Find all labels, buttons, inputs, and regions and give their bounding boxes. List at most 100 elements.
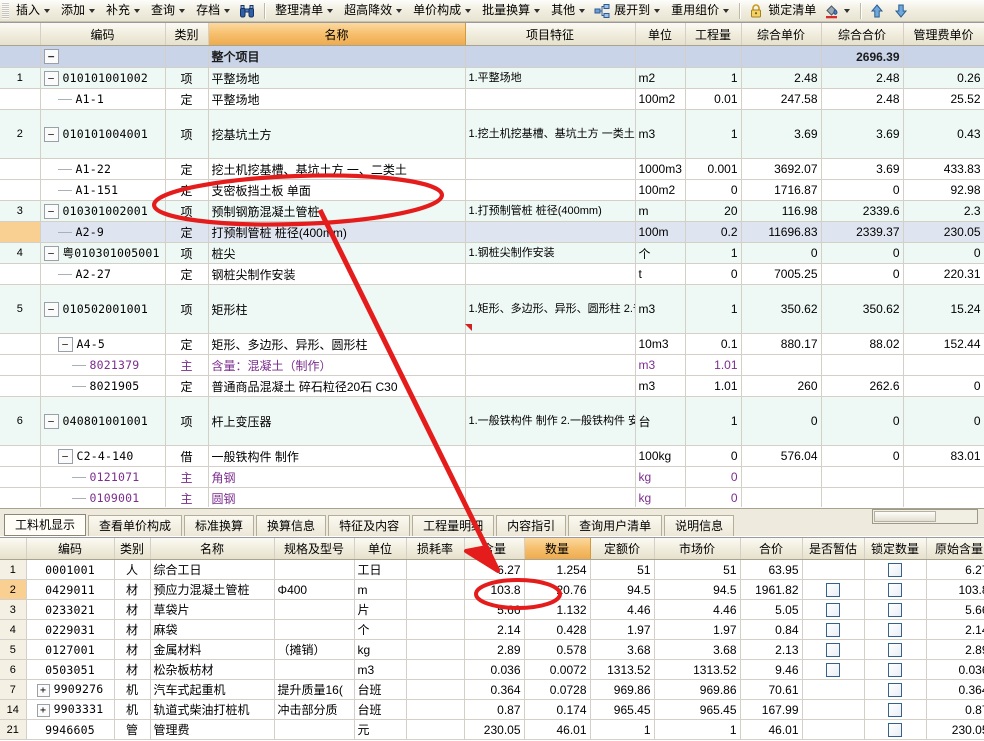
chevron-down-icon[interactable] [579, 8, 586, 13]
quantity-cell[interactable]: 1 [685, 242, 742, 264]
original-content-cell[interactable]: 2.14 [926, 619, 984, 640]
row-number[interactable] [0, 263, 41, 285]
table-row[interactable]: 0109001 主圆钢 kg 0 [0, 487, 984, 507]
col-header-unit-price[interactable]: 综合单价 [741, 23, 822, 46]
loss-rate-cell[interactable] [406, 579, 465, 600]
table-row[interactable]: 6 0503051 材松杂板枋材 m3 0.036 0.0072 1313.52 1313.5… [0, 659, 984, 680]
content-cell[interactable]: 103.8 [464, 579, 525, 600]
category-cell[interactable] [165, 45, 209, 68]
market-price-cell[interactable]: 4.46 [654, 599, 741, 620]
unit-price-cell[interactable] [741, 487, 822, 507]
toolbar-item-find[interactable] [236, 1, 260, 20]
row-number[interactable] [0, 88, 41, 110]
row-number[interactable]: 2 [0, 109, 41, 159]
category-cell[interactable]: 机 [114, 679, 151, 700]
is-estimated-checkbox-cell[interactable] [802, 699, 865, 720]
feature-cell[interactable] [465, 263, 636, 285]
table-row[interactable]: 2 0429011 材预应力混凝土管桩 Φ400 m 103.8 20.76 94.5 94.5… [0, 579, 984, 600]
category-cell[interactable]: 定 [165, 375, 209, 397]
code-cell[interactable]: 8021905 [40, 375, 166, 397]
original-content-cell[interactable]: 0.87 [926, 699, 984, 720]
tab-3[interactable]: 换算信息 [256, 515, 327, 536]
name-cell[interactable]: 金属材料 [150, 639, 275, 660]
toolbar-item-add[interactable]: 添加 [56, 1, 101, 20]
col-header-unit[interactable]: 单位 [635, 23, 686, 46]
unit-cell[interactable]: m3 [635, 109, 686, 159]
tree-toggle[interactable]: − [43, 301, 59, 317]
row-number[interactable]: 4 [0, 242, 41, 264]
market-price-cell[interactable]: 1313.52 [654, 659, 741, 680]
content-cell[interactable]: 2.89 [464, 639, 525, 660]
tree-collapse-toggle[interactable]: − [43, 49, 59, 64]
checkbox-icon[interactable] [888, 642, 902, 657]
category-cell[interactable]: 主 [165, 487, 209, 507]
category-cell[interactable]: 材 [114, 599, 151, 620]
unit-cell[interactable]: m3 [635, 354, 686, 376]
loss-rate-cell[interactable] [406, 679, 465, 700]
total-cell[interactable]: 63.95 [740, 559, 803, 580]
chevron-down-icon[interactable] [844, 8, 851, 13]
name-cell[interactable]: 钢桩尖制作安装 [208, 263, 466, 285]
standard-price-cell[interactable]: 4.46 [590, 599, 655, 620]
table-row[interactable]: 8021905 定普通商品混凝土 碎石粒径20石 C30 m3 1.01 260 262.… [0, 375, 984, 397]
quantity-cell[interactable]: 0 [685, 466, 742, 488]
lock-quantity-checkbox-cell[interactable] [864, 699, 927, 720]
total-price-cell[interactable]: 350.62 [821, 284, 904, 334]
row-number[interactable]: 1 [0, 559, 27, 580]
category-cell[interactable]: 定 [165, 179, 209, 201]
name-cell[interactable]: 汽车式起重机 [150, 679, 275, 700]
quantity-cell[interactable]: 0 [685, 179, 742, 201]
table-row[interactable]: 1−010101001002 项平整场地 1.平整场地 m2 1 2.48 2.48 0.26 [0, 67, 984, 89]
mgmt-fee-cell[interactable] [903, 466, 984, 488]
standard-price-cell[interactable]: 965.45 [590, 699, 655, 720]
unit-price-cell[interactable]: 0 [741, 396, 822, 446]
total-cell[interactable]: 1961.82 [740, 579, 803, 600]
col-header-quantity[interactable]: 数量 [524, 538, 591, 560]
loss-rate-cell[interactable] [406, 599, 465, 620]
name-cell[interactable]: 杆上变压器 [208, 396, 466, 446]
unit-cell[interactable]: m2 [635, 67, 686, 89]
total-price-cell[interactable]: 2339.6 [821, 200, 904, 222]
project-total-row[interactable]: − 整个项目 2696.39 [0, 45, 984, 68]
is-estimated-checkbox-cell[interactable] [802, 719, 865, 740]
lock-quantity-checkbox-cell[interactable] [864, 579, 927, 600]
table-row[interactable]: 219946605管管理费元230.0546.011146.01230.05 [0, 719, 984, 740]
code-cell[interactable]: −010101001002 [40, 67, 166, 89]
total-price-cell[interactable]: 0 [821, 263, 904, 285]
chevron-down-icon[interactable] [396, 8, 403, 13]
original-content-cell[interactable]: 6.27 [926, 559, 984, 580]
project-total-amount[interactable]: 2696.39 [821, 45, 904, 68]
quantity-cell[interactable]: 0.428 [524, 619, 591, 640]
row-number[interactable]: 6 [0, 396, 41, 446]
col-header-quantity[interactable]: 工程量 [685, 23, 742, 46]
col-header-loss-rate[interactable]: 损耗率 [406, 538, 465, 560]
tab-6[interactable]: 内容指引 [496, 515, 567, 536]
unit-price-cell[interactable]: 0 [741, 242, 822, 264]
quantity-cell[interactable] [685, 45, 742, 68]
mgmt-fee-cell[interactable]: 25.52 [903, 88, 984, 110]
code-cell[interactable]: − A4-5 [40, 333, 166, 355]
col-header-mgmt-fee[interactable]: 管理费单价 [903, 23, 984, 46]
category-cell[interactable]: 主 [165, 466, 209, 488]
loss-rate-cell[interactable] [406, 639, 465, 660]
tab-2[interactable]: 标准换算 [184, 515, 255, 536]
name-cell[interactable]: 含量：混凝土（制作） [208, 354, 466, 376]
loss-rate-cell[interactable] [406, 719, 465, 740]
checkbox-icon[interactable] [826, 662, 840, 677]
chevron-down-icon[interactable] [179, 8, 186, 13]
quantity-cell[interactable]: 1.132 [524, 599, 591, 620]
feature-cell[interactable]: 1.平整场地 [465, 67, 636, 89]
mgmt-fee-cell[interactable]: 230.05 [903, 221, 984, 243]
name-cell[interactable]: 松杂板枋材 [150, 659, 275, 680]
category-cell[interactable]: 定 [165, 88, 209, 110]
unit-price-cell[interactable]: 247.58 [741, 88, 822, 110]
row-number[interactable]: 21 [0, 719, 27, 740]
col-header-name[interactable]: 名称 [208, 23, 466, 46]
code-cell[interactable]: 0233021 [26, 599, 115, 620]
feature-cell[interactable] [465, 487, 636, 507]
unit-cell[interactable]: 10m3 [635, 333, 686, 355]
spec-cell[interactable] [274, 599, 355, 620]
col-header-rownum[interactable] [0, 23, 41, 46]
total-price-cell[interactable]: 88.02 [821, 333, 904, 355]
name-cell[interactable]: 预制钢筋混凝土管桩 [208, 200, 466, 222]
